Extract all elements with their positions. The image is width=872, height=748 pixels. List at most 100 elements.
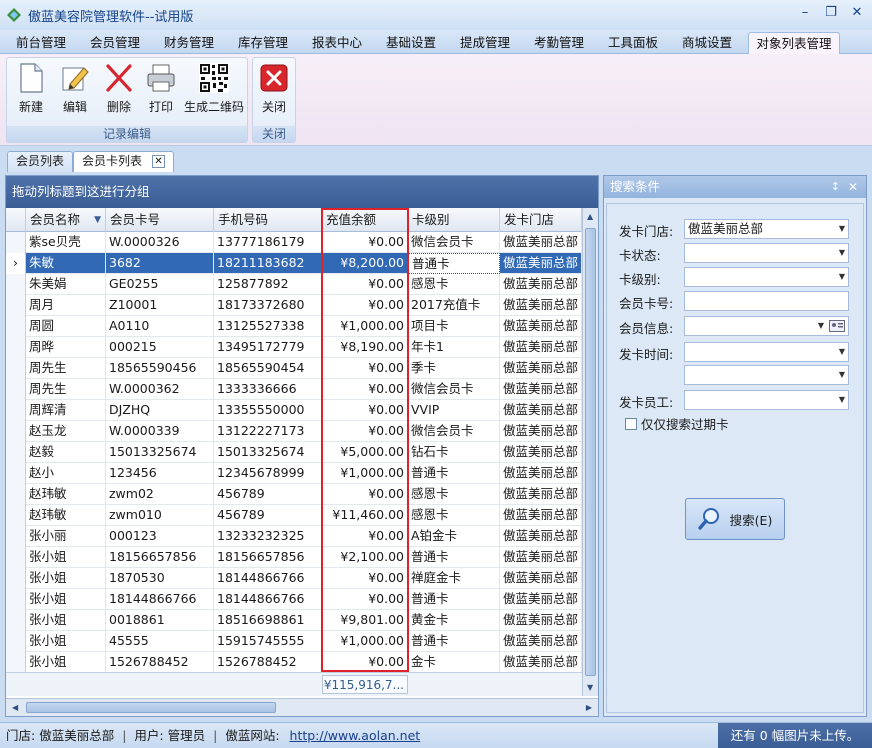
- table-row[interactable]: 赵小 123456 12345678999 ¥1,000.00 普通卡 傲蓝美丽总部: [6, 463, 582, 484]
- close-tab-button[interactable]: 关闭: [255, 62, 293, 124]
- column-header-phone[interactable]: 手机号码: [214, 208, 322, 232]
- column-header-card-level[interactable]: 卡级别: [408, 208, 500, 232]
- cell-member-name[interactable]: 周月: [26, 295, 106, 316]
- cell-issuing-store[interactable]: 傲蓝美丽总部: [500, 463, 582, 484]
- issue-time-end[interactable]: ▼: [684, 365, 849, 385]
- cell-balance[interactable]: ¥0.00: [322, 358, 408, 379]
- table-row[interactable]: 周晔 000215 13495172779 ¥8,190.00 年卡1 傲蓝美丽总部: [6, 337, 582, 358]
- menu-tab-reports[interactable]: 报表中心: [304, 32, 370, 54]
- cell-issuing-store[interactable]: 傲蓝美丽总部: [500, 568, 582, 589]
- row-indicator[interactable]: [6, 421, 26, 442]
- cell-member-name[interactable]: 周先生: [26, 358, 106, 379]
- cell-member-name[interactable]: 张小姐: [26, 589, 106, 610]
- cell-phone[interactable]: 456789: [214, 505, 322, 526]
- cell-card-no[interactable]: 000123: [106, 526, 214, 547]
- cell-member-name[interactable]: 周辉清: [26, 400, 106, 421]
- cell-card-no[interactable]: GE0255: [106, 274, 214, 295]
- cell-card-no[interactable]: 1870530: [106, 568, 214, 589]
- cell-phone[interactable]: 18173372680: [214, 295, 322, 316]
- menu-tab-object-list[interactable]: 对象列表管理: [748, 32, 840, 54]
- table-row[interactable]: › 朱敏 3682 18211183682 ¥8,200.00 普通卡 傲蓝美丽总部: [6, 253, 582, 274]
- column-header-member-name[interactable]: 会员名称 ▼: [26, 208, 106, 232]
- issue-time-start[interactable]: ▼: [684, 342, 849, 362]
- cell-phone[interactable]: 18144866766: [214, 589, 322, 610]
- menu-tab-inventory[interactable]: 库存管理: [230, 32, 296, 54]
- row-indicator[interactable]: [6, 463, 26, 484]
- cell-card-level[interactable]: 感恩卡: [408, 274, 500, 295]
- cell-card-no[interactable]: 15013325674: [106, 442, 214, 463]
- table-row[interactable]: 张小姐 0018861 18516698861 ¥9,801.00 黄金卡 傲蓝美丽总部: [6, 610, 582, 631]
- cell-balance[interactable]: ¥8,190.00: [322, 337, 408, 358]
- close-window-button[interactable]: ✕: [848, 5, 866, 20]
- cell-balance[interactable]: ¥2,100.00: [322, 547, 408, 568]
- cell-balance[interactable]: ¥0.00: [322, 400, 408, 421]
- vertical-scroll-thumb[interactable]: [585, 228, 596, 676]
- cell-issuing-store[interactable]: 傲蓝美丽总部: [500, 253, 582, 274]
- table-row[interactable]: 周先生 18565590456 18565590454 ¥0.00 季卡 傲蓝美丽总部: [6, 358, 582, 379]
- cell-phone[interactable]: 13125527338: [214, 316, 322, 337]
- horizontal-scroll-thumb[interactable]: [26, 702, 276, 713]
- row-indicator[interactable]: [6, 232, 26, 253]
- cell-issuing-store[interactable]: 傲蓝美丽总部: [500, 610, 582, 631]
- cell-phone[interactable]: 456789: [214, 484, 322, 505]
- restore-button[interactable]: ❐: [822, 5, 840, 20]
- table-row[interactable]: 周圆 A0110 13125527338 ¥1,000.00 项目卡 傲蓝美丽总部: [6, 316, 582, 337]
- cell-phone[interactable]: 13355550000: [214, 400, 322, 421]
- search-button[interactable]: 搜索(E): [685, 498, 785, 540]
- cell-balance[interactable]: ¥5,000.00: [322, 442, 408, 463]
- cell-member-name[interactable]: 赵玮敏: [26, 484, 106, 505]
- cell-issuing-store[interactable]: 傲蓝美丽总部: [500, 400, 582, 421]
- cell-issuing-store[interactable]: 傲蓝美丽总部: [500, 442, 582, 463]
- edit-button[interactable]: 编辑: [55, 62, 95, 124]
- cell-card-level[interactable]: 钻石卡: [408, 442, 500, 463]
- scroll-down-icon[interactable]: ▼: [587, 683, 593, 692]
- cell-balance[interactable]: ¥0.00: [322, 526, 408, 547]
- table-row[interactable]: 朱美娟 GE0255 125877892 ¥0.00 感恩卡 傲蓝美丽总部: [6, 274, 582, 295]
- cell-card-level[interactable]: 黄金卡: [408, 610, 500, 631]
- table-row[interactable]: 紫se贝壳 W.0000326 13777186179 ¥0.00 微信会员卡 傲蓝美丽总…: [6, 232, 582, 253]
- cell-card-level[interactable]: 感恩卡: [408, 484, 500, 505]
- row-indicator[interactable]: [6, 379, 26, 400]
- row-indicator[interactable]: [6, 568, 26, 589]
- cell-card-no[interactable]: Z10001: [106, 295, 214, 316]
- row-indicator[interactable]: [6, 442, 26, 463]
- cell-phone[interactable]: 1526788452: [214, 652, 322, 673]
- cell-member-name[interactable]: 周晔: [26, 337, 106, 358]
- cell-member-name[interactable]: 张小姐: [26, 547, 106, 568]
- cell-phone[interactable]: 15013325674: [214, 442, 322, 463]
- cell-balance[interactable]: ¥0.00: [322, 232, 408, 253]
- menu-tab-member[interactable]: 会员管理: [82, 32, 148, 54]
- table-row[interactable]: 张小姐 18144866766 18144866766 ¥0.00 普通卡 傲蓝美丽总部: [6, 589, 582, 610]
- row-indicator[interactable]: [6, 337, 26, 358]
- cell-card-no[interactable]: A0110: [106, 316, 214, 337]
- cell-card-level[interactable]: A铂金卡: [408, 526, 500, 547]
- cell-phone[interactable]: 13233232325: [214, 526, 322, 547]
- cell-phone[interactable]: 18144866766: [214, 568, 322, 589]
- table-row[interactable]: 赵玮敏 zwm02 456789 ¥0.00 感恩卡 傲蓝美丽总部: [6, 484, 582, 505]
- row-indicator[interactable]: [6, 631, 26, 652]
- cell-balance[interactable]: ¥0.00: [322, 484, 408, 505]
- cell-balance[interactable]: ¥0.00: [322, 568, 408, 589]
- row-indicator[interactable]: [6, 484, 26, 505]
- cell-issuing-store[interactable]: 傲蓝美丽总部: [500, 379, 582, 400]
- cell-issuing-store[interactable]: 傲蓝美丽总部: [500, 358, 582, 379]
- cell-card-no[interactable]: W.0000339: [106, 421, 214, 442]
- cell-card-no[interactable]: 45555: [106, 631, 214, 652]
- cell-card-no[interactable]: 0018861: [106, 610, 214, 631]
- row-indicator[interactable]: [6, 589, 26, 610]
- cell-balance[interactable]: ¥0.00: [322, 652, 408, 673]
- issue-staff-select[interactable]: ▼: [684, 390, 849, 410]
- cell-balance[interactable]: ¥0.00: [322, 421, 408, 442]
- table-row[interactable]: 周先生 W.0000362 1333336666 ¥0.00 微信会员卡 傲蓝美丽总部: [6, 379, 582, 400]
- cell-member-name[interactable]: 周先生: [26, 379, 106, 400]
- cell-card-no[interactable]: 3682: [106, 253, 214, 274]
- scroll-right-icon[interactable]: ▶: [586, 703, 592, 712]
- delete-button[interactable]: 删除: [99, 62, 139, 124]
- cell-phone[interactable]: 18565590454: [214, 358, 322, 379]
- menu-tab-finance[interactable]: 财务管理: [156, 32, 222, 54]
- cell-issuing-store[interactable]: 傲蓝美丽总部: [500, 274, 582, 295]
- table-row[interactable]: 张小姐 18156657856 18156657856 ¥2,100.00 普通卡 傲蓝美…: [6, 547, 582, 568]
- cell-member-name[interactable]: 赵玮敏: [26, 505, 106, 526]
- cell-issuing-store[interactable]: 傲蓝美丽总部: [500, 232, 582, 253]
- row-indicator[interactable]: [6, 358, 26, 379]
